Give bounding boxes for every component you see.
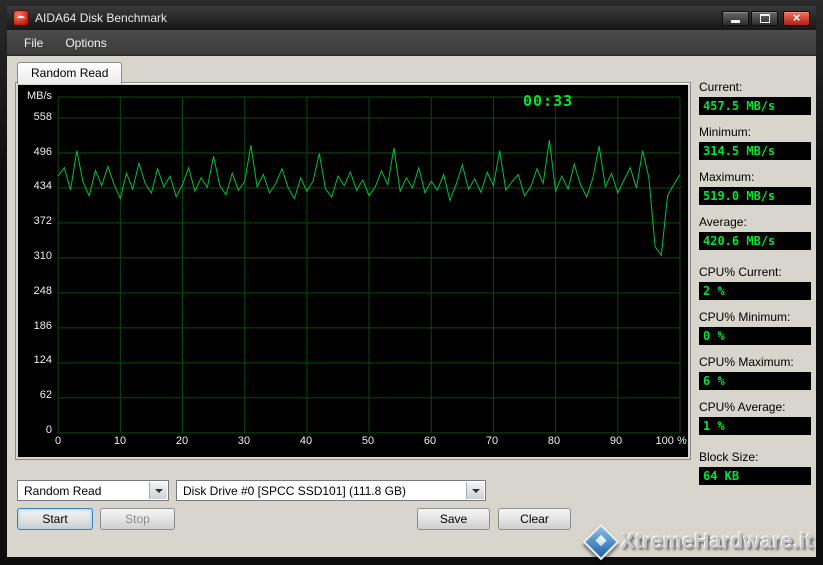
close-icon: × (793, 12, 801, 24)
stat-average: Average: 420.6 MB/s (699, 215, 811, 250)
window-controls: × (722, 11, 810, 26)
stat-label: CPU% Average: (699, 400, 811, 414)
stat-value: 420.6 MB/s (699, 232, 811, 250)
stat-cpu-current: CPU% Current: 2 % (699, 265, 811, 300)
stat-label: Minimum: (699, 125, 811, 139)
stat-value: 0 % (699, 327, 811, 345)
stat-value: 457.5 MB/s (699, 97, 811, 115)
chart-panel: MB/s 558496434372310248186124620 0102030… (18, 85, 688, 457)
maximize-button[interactable] (751, 11, 778, 26)
stat-value: 2 % (699, 282, 811, 300)
window-title: AIDA64 Disk Benchmark (35, 11, 167, 25)
stat-value: 314.5 MB/s (699, 142, 811, 160)
minimize-button[interactable] (722, 11, 749, 26)
stat-value: 519.0 MB/s (699, 187, 811, 205)
stat-value: 6 % (699, 372, 811, 390)
chart-tab-page: MB/s 558496434372310248186124620 0102030… (15, 82, 691, 460)
start-button[interactable]: Start (17, 508, 93, 530)
titlebar[interactable]: AIDA64 Disk Benchmark × (7, 6, 816, 30)
stat-maximum: Maximum: 519.0 MB/s (699, 170, 811, 205)
stat-label: Average: (699, 215, 811, 229)
menu-options[interactable]: Options (54, 32, 117, 54)
window-frame: AIDA64 Disk Benchmark × File Options Ran… (0, 0, 823, 565)
clear-button[interactable]: Clear (498, 508, 571, 530)
stat-label: Maximum: (699, 170, 811, 184)
stat-label: CPU% Minimum: (699, 310, 811, 324)
stats-panel: Current: 457.5 MB/s Minimum: 314.5 MB/s Maxi… (699, 80, 811, 495)
elapsed-timer: 00:33 (523, 92, 573, 110)
watermark-text: XtremeHardware.it (621, 530, 813, 554)
stat-value: 1 % (699, 417, 811, 435)
stat-current: Current: 457.5 MB/s (699, 80, 811, 115)
stat-cpu-minimum: CPU% Minimum: 0 % (699, 310, 811, 345)
stat-label: CPU% Maximum: (699, 355, 811, 369)
menubar: File Options (7, 30, 816, 56)
minimize-icon (731, 20, 740, 23)
benchmark-chart (18, 85, 688, 457)
drive-select[interactable]: Disk Drive #0 [SPCC SSD101] (111.8 GB) (176, 480, 486, 501)
drive-select-value: Disk Drive #0 [SPCC SSD101] (111.8 GB) (183, 483, 465, 499)
watermark-logo-icon (582, 524, 619, 561)
stop-button: Stop (100, 508, 175, 530)
test-type-select[interactable]: Random Read (17, 480, 169, 501)
close-button[interactable]: × (783, 11, 810, 26)
test-type-dropdown-arrow-icon[interactable] (149, 482, 167, 499)
stat-minimum: Minimum: 314.5 MB/s (699, 125, 811, 160)
save-button[interactable]: Save (417, 508, 490, 530)
maximize-icon (760, 14, 770, 23)
stat-block-size: Block Size: 64 KB (699, 450, 811, 485)
tab-random-read[interactable]: Random Read (17, 62, 122, 84)
stat-cpu-maximum: CPU% Maximum: 6 % (699, 355, 811, 390)
stat-label: Current: (699, 80, 811, 94)
client-area: Random Read MB/s 55849643437231024818612… (7, 56, 816, 557)
test-type-value: Random Read (24, 483, 148, 499)
stat-label: Block Size: (699, 450, 811, 464)
app-icon (13, 10, 29, 26)
menu-file[interactable]: File (13, 32, 54, 54)
stat-cpu-average: CPU% Average: 1 % (699, 400, 811, 435)
stat-label: CPU% Current: (699, 265, 811, 279)
watermark: XtremeHardware.it (588, 529, 813, 555)
drive-dropdown-arrow-icon[interactable] (466, 482, 484, 499)
stat-value: 64 KB (699, 467, 811, 485)
